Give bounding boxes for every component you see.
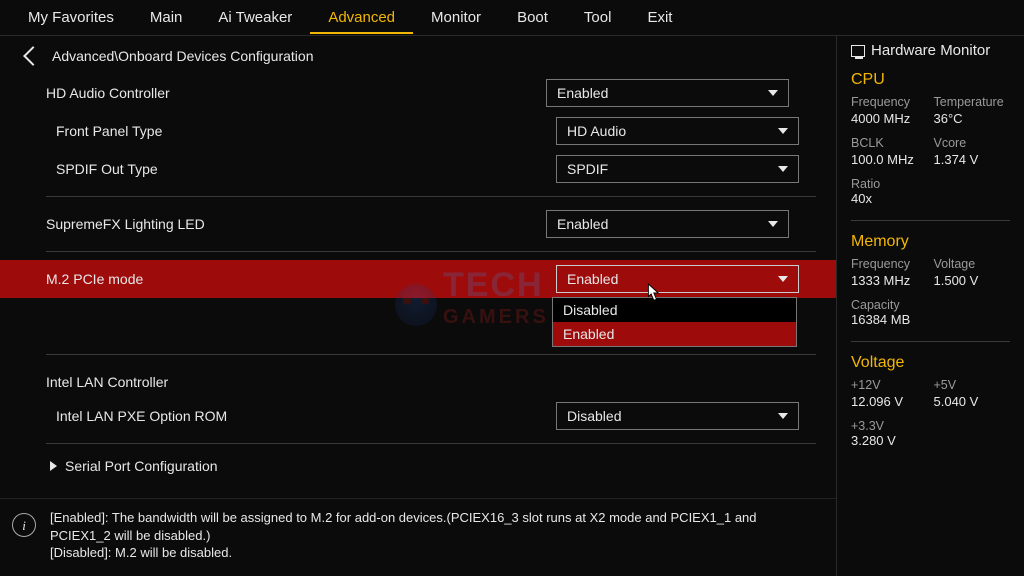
chevron-down-icon <box>768 90 778 96</box>
divider <box>46 354 816 355</box>
cpu-vcore-val: 1.374 V <box>934 152 1011 167</box>
setting-label-supremefx: SupremeFX Lighting LED <box>46 216 546 232</box>
tab-monitor[interactable]: Monitor <box>413 1 499 34</box>
select-spdif-value: SPDIF <box>567 161 608 177</box>
cpu-bclk-val: 100.0 MHz <box>851 152 928 167</box>
caret-right-icon <box>50 461 57 471</box>
cpu-temp-key: Temperature <box>934 95 1011 109</box>
mem-volt-key: Voltage <box>934 257 1011 271</box>
select-hdaudio[interactable]: Enabled <box>546 79 789 107</box>
tab-tool[interactable]: Tool <box>566 1 630 34</box>
section-cpu: CPU <box>851 67 1010 95</box>
dropdown-option-disabled[interactable]: Disabled <box>553 298 796 322</box>
main-nav: My Favorites Main Ai Tweaker Advanced Mo… <box>0 0 1024 36</box>
select-frontpanel-value: HD Audio <box>567 123 626 139</box>
setting-label-spdif: SPDIF Out Type <box>56 161 556 177</box>
help-line-1: [Enabled]: The bandwidth will be assigne… <box>50 509 818 544</box>
breadcrumb-text: Advanced\Onboard Devices Configuration <box>52 48 314 64</box>
mem-cap-key: Capacity <box>851 298 1010 312</box>
watermark-text-2: GAMERS <box>443 306 549 328</box>
select-pxe-value: Disabled <box>567 408 621 424</box>
help-panel: i [Enabled]: The bandwidth will be assig… <box>0 498 836 576</box>
mem-cap-val: 16384 MB <box>851 312 1010 337</box>
select-frontpanel[interactable]: HD Audio <box>556 117 799 145</box>
settings-panel: Advanced\Onboard Devices Configuration T… <box>0 36 836 576</box>
setting-label-lan: Intel LAN Controller <box>46 374 546 390</box>
tab-boot[interactable]: Boot <box>499 1 566 34</box>
tab-aitweaker[interactable]: Ai Tweaker <box>200 1 310 34</box>
tab-advanced[interactable]: Advanced <box>310 1 413 34</box>
help-text: [Enabled]: The bandwidth will be assigne… <box>50 509 818 562</box>
hardware-monitor-panel: Hardware Monitor CPU Frequency Temperatu… <box>836 36 1024 576</box>
tab-main[interactable]: Main <box>132 1 201 34</box>
setting-label-frontpanel: Front Panel Type <box>56 123 556 139</box>
cpu-vcore-key: Vcore <box>934 136 1011 150</box>
cpu-temp-val: 36°C <box>934 111 1011 126</box>
tab-myfavorites[interactable]: My Favorites <box>10 1 132 34</box>
chevron-down-icon <box>778 166 788 172</box>
mem-volt-val: 1.500 V <box>934 273 1011 288</box>
volt-33-val: 3.280 V <box>851 433 1010 458</box>
volt-12-key: +12V <box>851 378 928 392</box>
divider <box>46 443 816 444</box>
select-supremefx-value: Enabled <box>557 216 608 232</box>
select-supremefx[interactable]: Enabled <box>546 210 789 238</box>
volt-12-val: 12.096 V <box>851 394 928 409</box>
setting-label-hdaudio: HD Audio Controller <box>46 85 546 101</box>
select-hdaudio-value: Enabled <box>557 85 608 101</box>
setting-label-serial: Serial Port Configuration <box>65 458 218 474</box>
divider <box>46 251 816 252</box>
hardware-monitor-title: Hardware Monitor <box>851 42 1010 67</box>
divider <box>851 341 1010 342</box>
dropdown-m2-options[interactable]: Disabled Enabled <box>552 297 797 347</box>
expand-serial[interactable]: Serial Port Configuration <box>46 452 816 474</box>
watermark-face-icon <box>395 284 437 326</box>
divider <box>46 196 816 197</box>
section-memory: Memory <box>851 229 1010 257</box>
cursor-icon <box>643 282 661 304</box>
chevron-down-icon <box>778 128 788 134</box>
divider <box>851 220 1010 221</box>
volt-5-val: 5.040 V <box>934 394 1011 409</box>
select-spdif[interactable]: SPDIF <box>556 155 799 183</box>
tab-exit[interactable]: Exit <box>629 1 690 34</box>
select-m2-value: Enabled <box>567 271 618 287</box>
hardware-monitor-label: Hardware Monitor <box>871 42 990 59</box>
chevron-down-icon <box>768 221 778 227</box>
watermark-text-1: TECH <box>443 266 544 304</box>
chevron-down-icon <box>778 276 788 282</box>
mem-freq-key: Frequency <box>851 257 928 271</box>
info-icon: i <box>12 513 36 537</box>
section-voltage: Voltage <box>851 350 1010 378</box>
breadcrumb[interactable]: Advanced\Onboard Devices Configuration <box>0 36 836 74</box>
setting-label-pxe: Intel LAN PXE Option ROM <box>56 408 556 424</box>
cpu-ratio-val: 40x <box>851 191 1010 216</box>
mem-freq-val: 1333 MHz <box>851 273 928 288</box>
cpu-freq-key: Frequency <box>851 95 928 109</box>
back-arrow-icon[interactable] <box>23 46 43 66</box>
cpu-ratio-key: Ratio <box>851 177 1010 191</box>
chevron-down-icon <box>778 413 788 419</box>
watermark: TECH GAMERS <box>395 266 549 344</box>
volt-33-key: +3.3V <box>851 419 1010 433</box>
select-pxe[interactable]: Disabled <box>556 402 799 430</box>
cpu-freq-val: 4000 MHz <box>851 111 928 126</box>
help-line-2: [Disabled]: M.2 will be disabled. <box>50 544 818 562</box>
dropdown-option-enabled[interactable]: Enabled <box>553 322 796 346</box>
volt-5-key: +5V <box>934 378 1011 392</box>
cpu-bclk-key: BCLK <box>851 136 928 150</box>
monitor-icon <box>851 45 865 57</box>
select-m2[interactable]: Enabled <box>556 265 799 293</box>
